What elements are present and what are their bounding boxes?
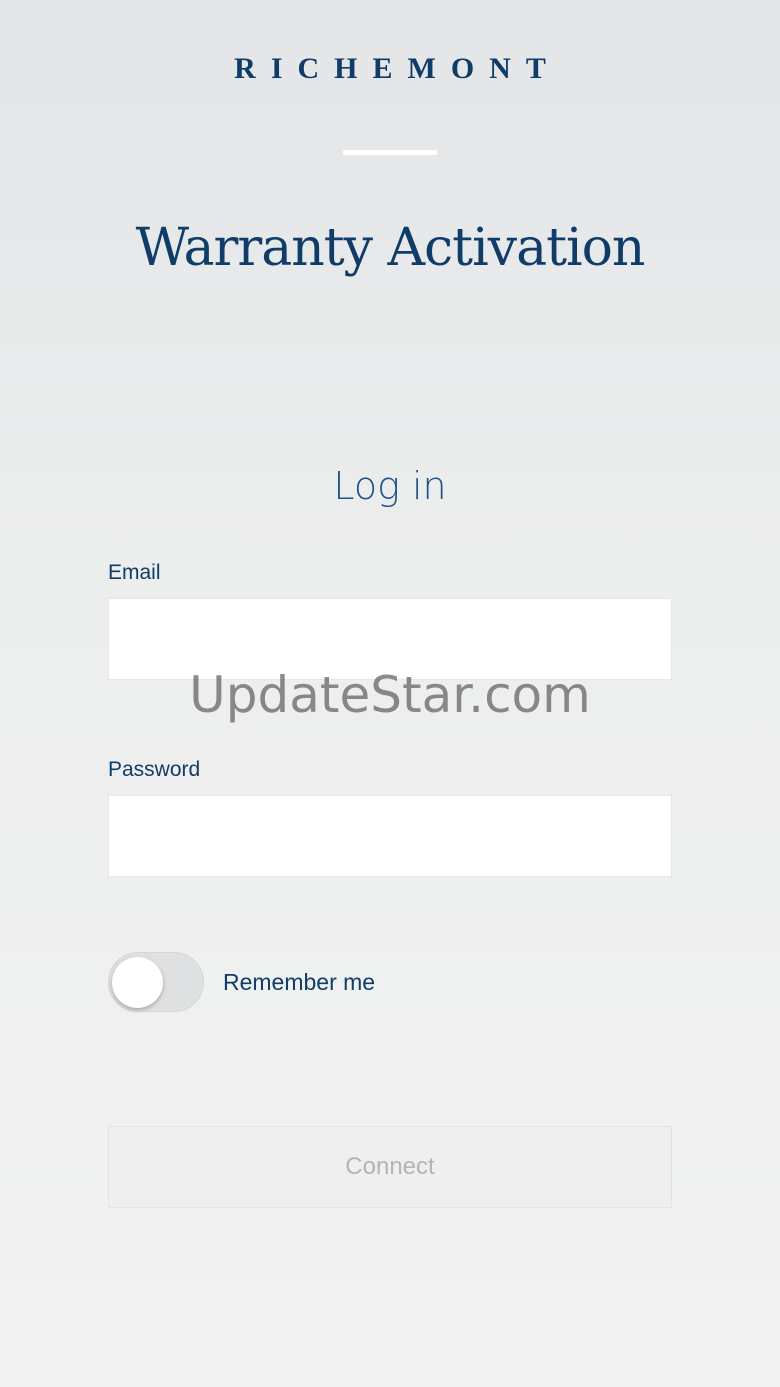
- header-divider: [343, 150, 437, 155]
- login-screen: RICHEMONT Warranty Activation Log in Ema…: [0, 0, 780, 1387]
- password-field[interactable]: [108, 795, 672, 877]
- toggle-knob: [112, 957, 163, 1008]
- email-field[interactable]: [108, 598, 672, 680]
- brand-logo: RICHEMONT: [234, 52, 561, 85]
- remember-me-label[interactable]: Remember me: [223, 969, 375, 996]
- email-label: Email: [108, 561, 161, 584]
- login-heading: Log in: [333, 464, 447, 508]
- connect-button[interactable]: Connect: [108, 1126, 672, 1208]
- password-label: Password: [108, 758, 201, 781]
- remember-me-toggle[interactable]: [108, 952, 204, 1012]
- page-title: Warranty Activation: [135, 218, 646, 278]
